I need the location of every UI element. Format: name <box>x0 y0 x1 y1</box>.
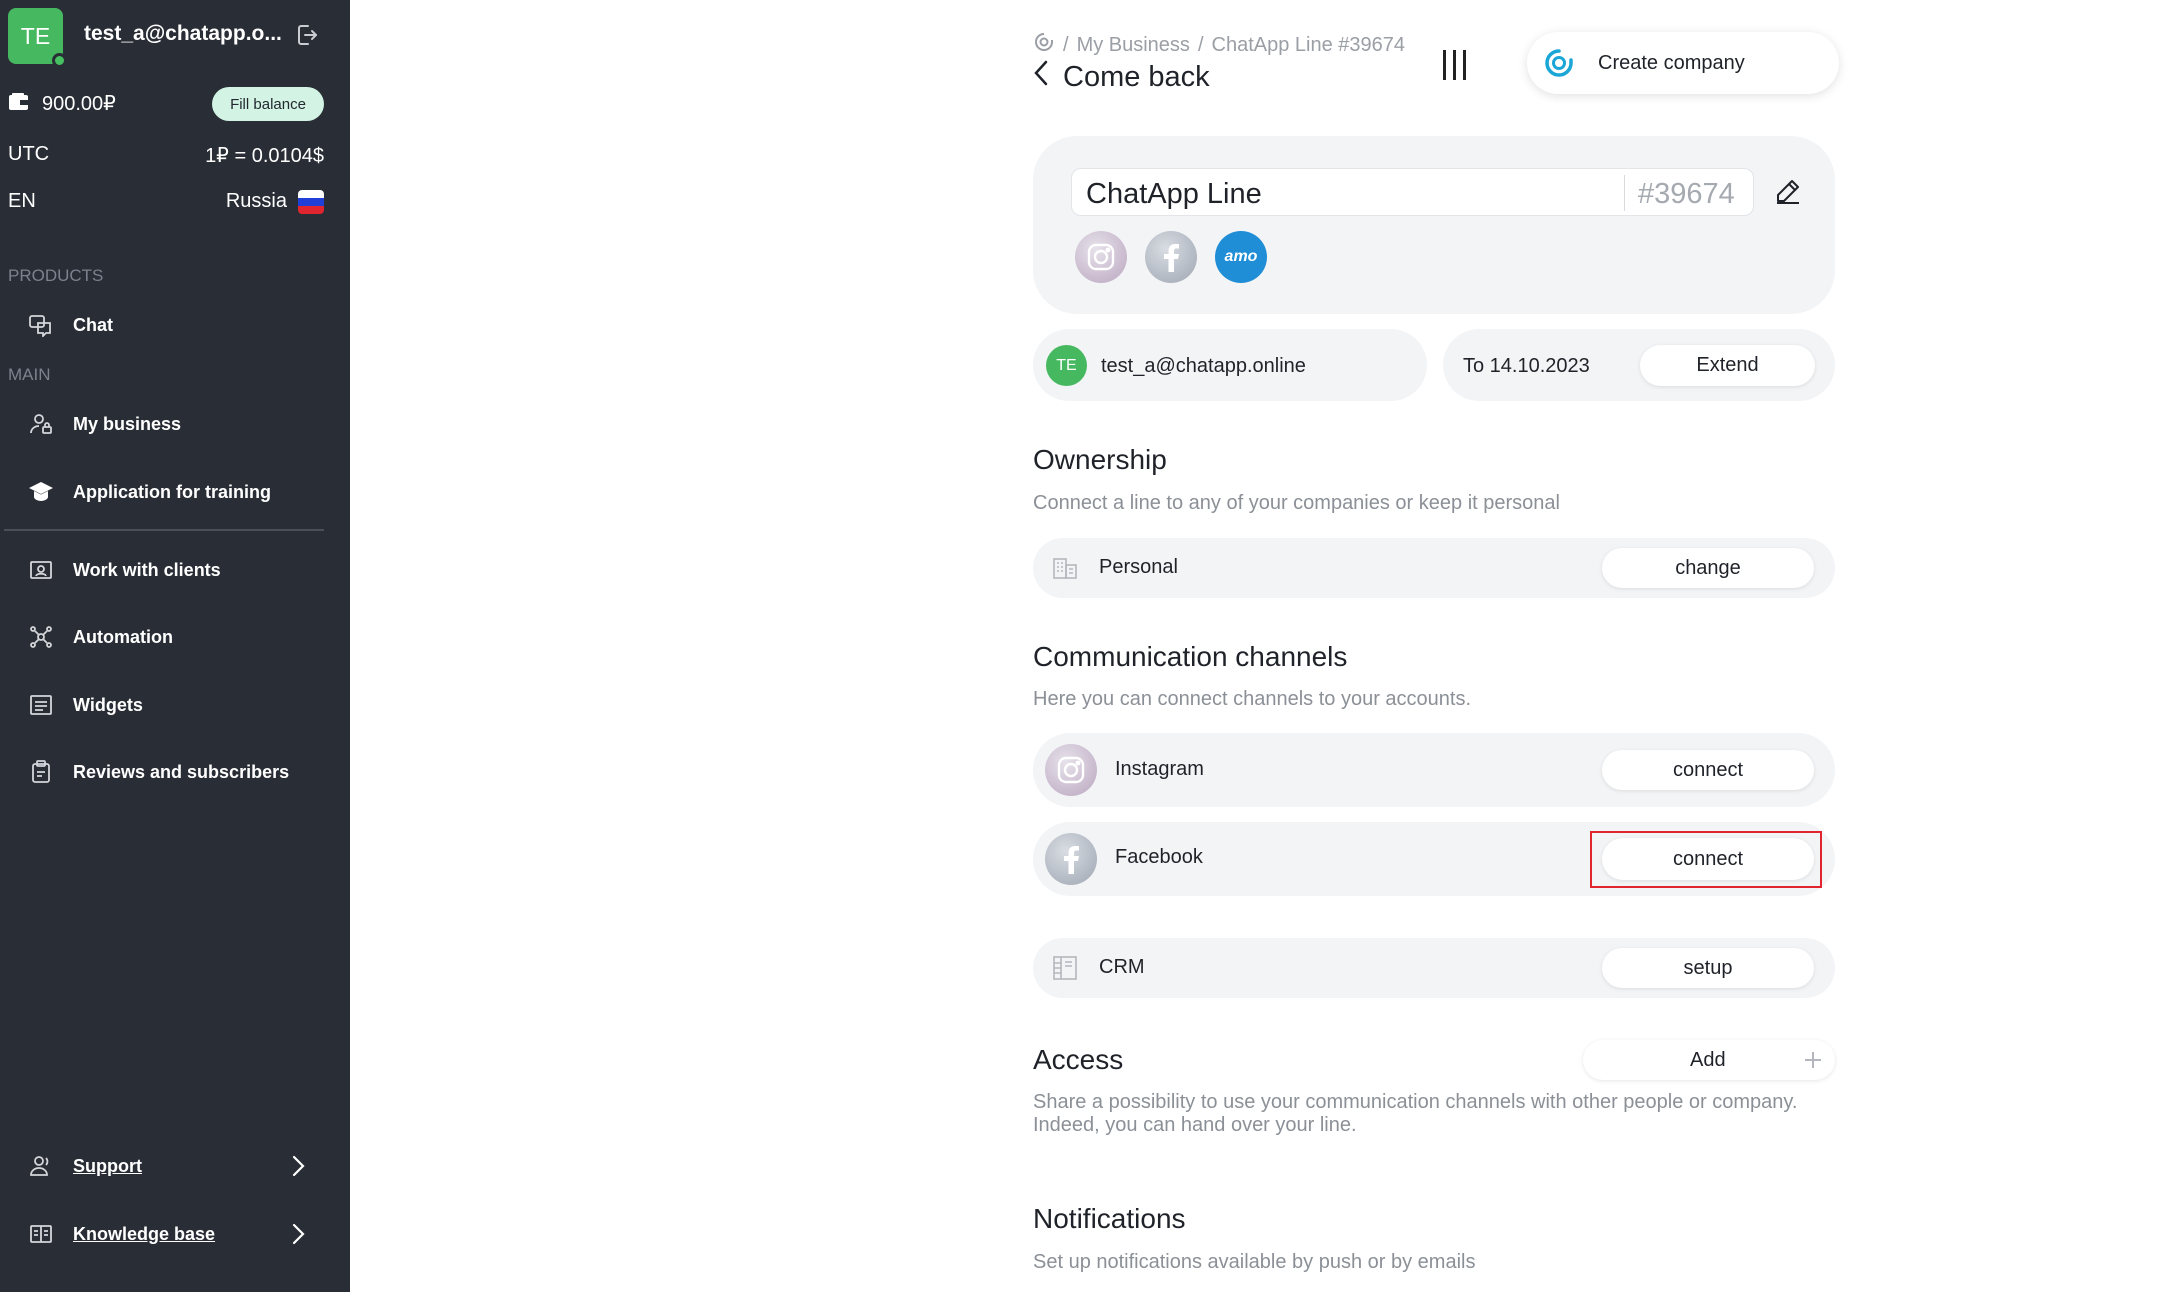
user-avatar-initials: TE <box>20 22 51 49</box>
nav-label-widgets: Widgets <box>73 694 143 715</box>
nav-item-widgets[interactable]: Widgets <box>0 680 350 730</box>
nav-item-work-with-clients[interactable]: Work with clients <box>0 545 350 595</box>
edit-pencil-icon[interactable] <box>1774 177 1802 205</box>
nav-item-my-business[interactable]: My business <box>0 399 350 449</box>
widget-list-icon <box>28 692 54 718</box>
field-separator <box>1624 175 1625 211</box>
breadcrumb-my-business[interactable]: My Business <box>1077 34 1190 57</box>
chatapp-logo-icon <box>1544 48 1574 78</box>
nav-item-chat[interactable]: Chat <box>0 300 350 350</box>
nav-label-chat: Chat <box>73 314 113 335</box>
nav-label-reviews: Reviews and subscribers <box>73 761 290 782</box>
nav-item-automation[interactable]: Automation <box>0 612 350 662</box>
ownership-description: Connect a line to any of your companies … <box>1033 492 1560 514</box>
connect-instagram-button[interactable]: connect <box>1602 750 1814 790</box>
user-lock-icon <box>28 411 54 437</box>
create-company-label: Create company <box>1598 51 1745 74</box>
user-email[interactable]: test_a@chatapp.o... <box>84 22 282 46</box>
owner-email: test_a@chatapp.online <box>1101 355 1306 377</box>
clipboard-icon <box>28 759 54 785</box>
line-name-field[interactable]: ChatApp Line #39674 <box>1071 168 1754 216</box>
fill-balance-button[interactable]: Fill balance <box>212 87 324 121</box>
chevron-right-icon <box>288 1222 308 1246</box>
language-selector[interactable]: EN <box>8 190 36 213</box>
breadcrumb-current-line: ChatApp Line #39674 <box>1211 33 1406 56</box>
sidebar: TE test_a@chatapp.o... 900.00₽ Fill bala… <box>0 0 350 1292</box>
notifications-title: Notifications <box>1033 1203 1186 1234</box>
line-id: #39674 <box>1638 178 1735 210</box>
back-link[interactable]: Come back <box>1033 60 1210 94</box>
app-root: TE test_a@chatapp.o... 900.00₽ Fill bala… <box>0 0 2178 1292</box>
access-title: Access <box>1033 1044 1124 1075</box>
nav-label-my-business: My business <box>73 413 182 434</box>
setup-crm-button[interactable]: setup <box>1602 948 1814 988</box>
nav-label-work-with-clients: Work with clients <box>73 559 221 580</box>
nav-item-support[interactable]: Support <box>0 1141 350 1191</box>
country-selector[interactable]: Russia <box>226 190 287 213</box>
ownership-title: Ownership <box>1033 444 1167 475</box>
amocrm-icon[interactable]: amo <box>1215 231 1267 283</box>
currency-rate: 1₽ = 0.0104$ <box>205 145 324 167</box>
extend-button[interactable]: Extend <box>1640 345 1815 386</box>
breadcrumb-separator: / <box>1063 33 1069 56</box>
book-icon <box>28 1221 54 1247</box>
nav-label-knowledge-base: Knowledge base <box>73 1223 216 1244</box>
online-status-dot <box>52 53 67 68</box>
support-user-icon <box>28 1153 54 1179</box>
chevron-left-icon <box>1033 60 1049 94</box>
instagram-icon <box>1045 744 1097 796</box>
back-label: Come back <box>1063 60 1210 93</box>
user-avatar[interactable]: TE <box>8 8 67 68</box>
line-name: ChatApp Line <box>1086 178 1262 210</box>
chevron-right-icon <box>288 1154 308 1178</box>
contact-card-icon <box>28 557 54 583</box>
building-icon <box>1052 556 1078 580</box>
access-description-1: Share a possibility to use your communic… <box>1033 1091 1798 1113</box>
nav-label-support: Support <box>73 1155 142 1176</box>
add-access-button[interactable]: Add <box>1583 1040 1835 1080</box>
channel-name-crm: CRM <box>1099 956 1145 978</box>
russia-flag-icon <box>298 190 324 214</box>
section-products: PRODUCTS <box>8 266 104 285</box>
access-description-2: Indeed, you can hand over your line. <box>1033 1114 1357 1136</box>
nav-item-knowledge-base[interactable]: Knowledge base <box>0 1209 350 1259</box>
breadcrumb-separator: / <box>1197 33 1204 56</box>
instagram-icon[interactable] <box>1075 231 1127 283</box>
wallet-icon <box>9 93 28 110</box>
subscription-date: To 14.10.2023 <box>1463 355 1590 377</box>
highlight-box <box>1590 831 1822 888</box>
nav-item-reviews[interactable]: Reviews and subscribers <box>0 747 350 797</box>
section-main: MAIN <box>8 365 51 384</box>
channel-name-instagram: Instagram <box>1115 758 1204 780</box>
ownership-value: Personal <box>1099 556 1178 578</box>
line-card <box>1033 136 1835 314</box>
owner-avatar: TE <box>1046 345 1087 386</box>
graduation-cap-icon <box>28 479 54 505</box>
timezone-label[interactable]: UTC <box>8 143 49 166</box>
nav-label-training: Application for training <box>73 481 271 502</box>
notifications-description: Set up notifications available by push o… <box>1033 1251 1476 1273</box>
nav-label-automation: Automation <box>73 626 173 647</box>
plus-icon <box>1803 1050 1823 1076</box>
amocrm-label: amo <box>1224 248 1258 265</box>
menu-toggle-icon[interactable] <box>1443 50 1473 82</box>
channels-title: Communication channels <box>1033 641 1348 672</box>
change-ownership-button[interactable]: change <box>1602 548 1814 588</box>
chat-icon <box>28 312 54 338</box>
channels-description: Here you can connect channels to your ac… <box>1033 688 1472 710</box>
crm-table-icon <box>1052 955 1078 981</box>
facebook-icon[interactable] <box>1145 231 1197 283</box>
add-access-label: Add <box>1690 1048 1726 1071</box>
facebook-icon <box>1045 833 1097 885</box>
create-company-button[interactable]: Create company <box>1527 32 1839 94</box>
sidebar-divider <box>4 529 324 531</box>
logout-icon[interactable] <box>294 22 320 48</box>
automation-icon <box>28 624 54 650</box>
chatapp-home-icon[interactable] <box>1033 31 1055 59</box>
nav-item-training[interactable]: Application for training <box>0 467 350 517</box>
channel-name-facebook: Facebook <box>1115 846 1203 868</box>
balance-value: 900.00₽ <box>42 93 116 115</box>
breadcrumb: / My Business / ChatApp Line #39674 <box>1033 31 1405 59</box>
